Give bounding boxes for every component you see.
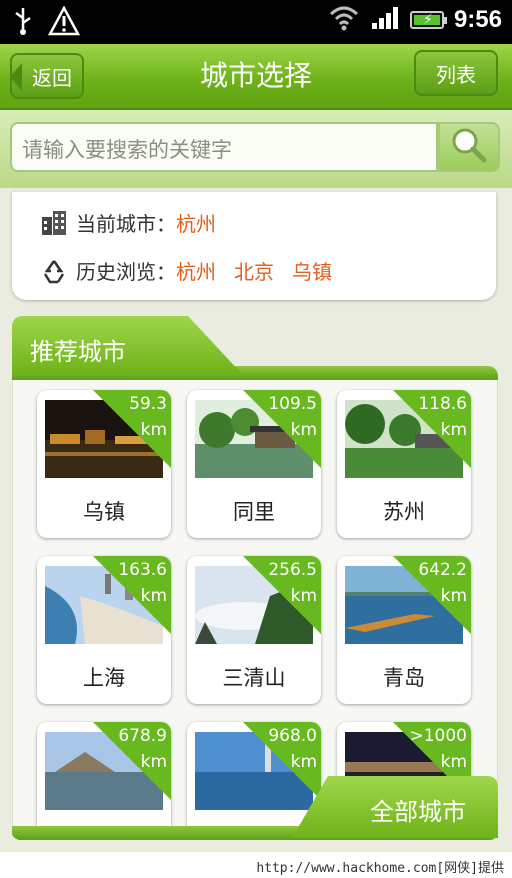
recommended-header: 推荐城市	[12, 316, 498, 380]
clock: 9:56	[453, 6, 502, 33]
distance-unit: km	[290, 420, 317, 440]
history-label: 历史浏览：	[76, 260, 176, 284]
current-city-link[interactable]: 杭州	[176, 208, 216, 237]
history-row: 历史浏览： 杭州 北京 乌镇	[40, 256, 350, 285]
all-cities-button[interactable]: 全部城市	[292, 776, 498, 838]
distance-unit: km	[290, 752, 317, 772]
warning-icon	[47, 5, 81, 40]
recycle-icon	[40, 257, 68, 285]
city-name: 同里	[233, 500, 275, 524]
search-icon	[449, 125, 489, 169]
building-icon	[40, 209, 68, 237]
distance-unit: km	[440, 752, 467, 772]
distance-value: 678.9	[118, 726, 167, 746]
distance-unit: km	[140, 586, 167, 606]
watermark: http://www.hackhome.com[网侠]提供	[0, 852, 512, 878]
battery-icon: ⚡	[409, 11, 447, 29]
city-name: 三清山	[222, 666, 286, 690]
search-bar: 请输入要搜索的关键字	[0, 110, 512, 188]
signal-icon	[370, 5, 400, 35]
history-city-link[interactable]: 杭州	[176, 256, 216, 285]
list-label: 列表	[436, 62, 476, 87]
city-card[interactable]: 163.6 km 上海	[37, 556, 171, 704]
distance-unit: km	[140, 752, 167, 772]
current-city-row: 当前城市： 杭州	[40, 208, 234, 237]
current-city-label: 当前城市：	[76, 212, 176, 236]
history-city-link[interactable]: 乌镇	[292, 256, 332, 285]
distance-value: 163.6	[118, 560, 167, 580]
recommended-panel: 推荐城市 59.3 km 乌镇 109.5 km 同里 118.6 km 苏州 …	[12, 316, 498, 840]
city-card[interactable]: 118.6 km 苏州	[337, 390, 471, 538]
city-name: 苏州	[383, 500, 425, 524]
distance-unit: km	[140, 420, 167, 440]
city-card[interactable]: 678.9 km	[37, 722, 171, 840]
wifi-icon	[328, 4, 360, 36]
distance-value: 968.0	[268, 726, 317, 746]
distance-unit: km	[440, 586, 467, 606]
distance-unit: km	[440, 420, 467, 440]
city-info-card: 当前城市： 杭州 历史浏览： 杭州 北京 乌镇	[12, 192, 496, 300]
search-input[interactable]: 请输入要搜索的关键字	[10, 122, 438, 172]
city-name: 青岛	[383, 666, 425, 690]
usb-icon	[12, 6, 34, 40]
distance-unit: km	[290, 586, 317, 606]
distance-value: 59.3	[129, 394, 167, 414]
city-card[interactable]: 109.5 km 同里	[187, 390, 321, 538]
distance-value: >1000	[409, 726, 467, 746]
history-city-link[interactable]: 北京	[234, 256, 274, 285]
city-grid: 59.3 km 乌镇 109.5 km 同里 118.6 km 苏州 163.6…	[12, 380, 498, 840]
distance-value: 118.6	[418, 394, 467, 414]
city-card[interactable]: 59.3 km 乌镇	[37, 390, 171, 538]
distance-value: 109.5	[268, 394, 317, 414]
city-card[interactable]: 642.2 km 青岛	[337, 556, 471, 704]
city-card[interactable]: 256.5 km 三清山	[187, 556, 321, 704]
distance-value: 642.2	[418, 560, 467, 580]
search-button[interactable]	[438, 122, 500, 172]
city-name: 上海	[83, 666, 125, 690]
distance-value: 256.5	[268, 560, 317, 580]
city-name: 乌镇	[83, 500, 125, 524]
title-bar: 返回 城市选择 列表	[0, 44, 512, 110]
status-bar: ⚡ 9:56	[0, 0, 512, 44]
list-button[interactable]: 列表	[414, 50, 498, 96]
recommended-title: 推荐城市	[12, 316, 242, 374]
city-card[interactable]: 968.0 km	[187, 722, 321, 840]
